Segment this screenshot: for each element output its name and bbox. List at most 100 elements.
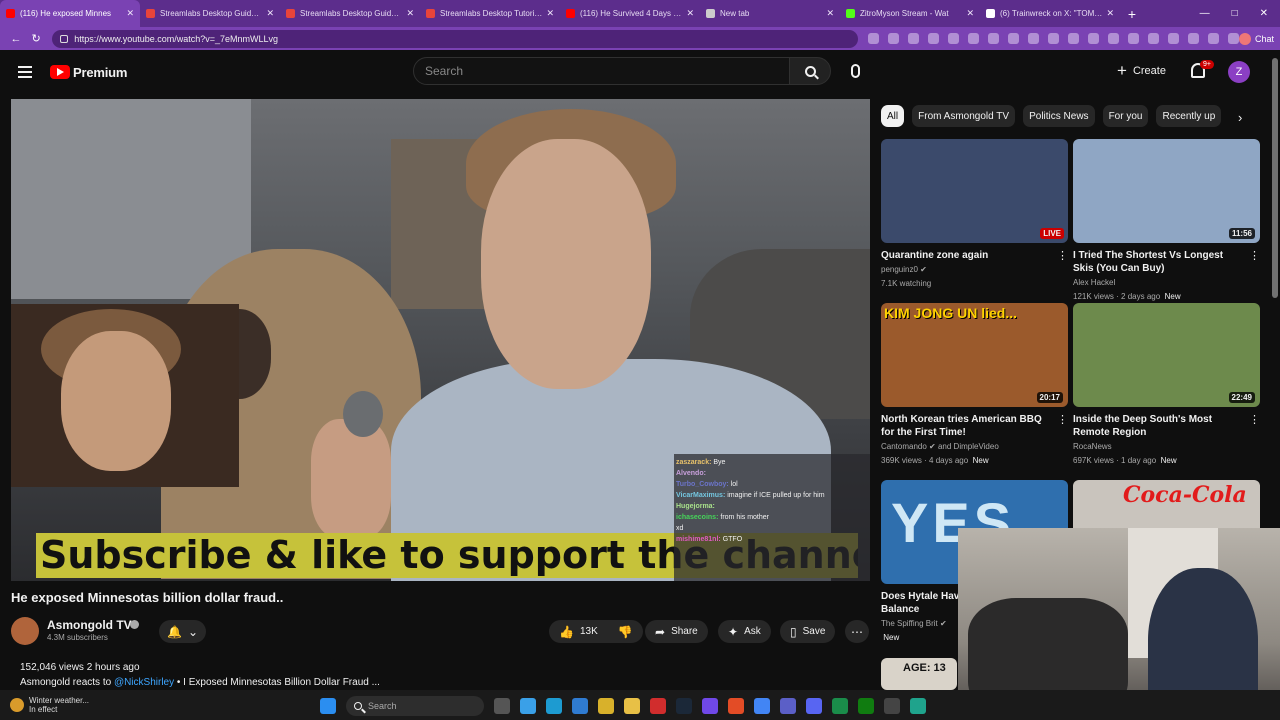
recommendation-channel[interactable]: Cantomando xyxy=(881,442,927,451)
extension-icon[interactable] xyxy=(1007,33,1019,44)
search-input[interactable]: Search xyxy=(413,57,790,85)
video-thumbnail[interactable]: 11:56 xyxy=(1073,139,1260,243)
chevron-right-icon[interactable]: › xyxy=(1238,110,1242,125)
recommendation-channel[interactable]: RocaNews xyxy=(1073,442,1112,451)
chrome-icon[interactable] xyxy=(754,698,770,714)
app-icon[interactable] xyxy=(728,698,744,714)
browser-tab[interactable]: (116) He exposed Minnes ✕ xyxy=(0,0,140,27)
like-button[interactable]: 👍 13K 👎 xyxy=(549,620,643,643)
recommendation-channel[interactable]: The Spiffing Brit xyxy=(881,619,938,628)
thumbs-down-icon[interactable]: 👎 xyxy=(618,626,633,638)
browser-tab[interactable]: Streamlabs Desktop Tutorial - ✕ xyxy=(420,0,560,27)
recommendation-title[interactable]: North Korean tries American BBQ for the … xyxy=(881,413,1068,439)
close-window-icon[interactable]: ✕ xyxy=(1260,8,1268,19)
close-tab-icon[interactable]: ✕ xyxy=(266,8,274,19)
close-tab-icon[interactable]: ✕ xyxy=(406,8,414,19)
create-button[interactable]: + Create xyxy=(1117,62,1166,79)
back-icon[interactable]: ← xyxy=(6,33,26,45)
close-tab-icon[interactable]: ✕ xyxy=(126,8,134,19)
avatar[interactable]: Z xyxy=(1228,61,1250,83)
extension-icon[interactable] xyxy=(967,33,979,44)
recommendation-card[interactable]: LIVE Quarantine zone again penguinz0 ✔ 7.1K… xyxy=(881,139,1068,290)
close-tab-icon[interactable]: ✕ xyxy=(546,8,554,19)
chat-button[interactable]: Chat xyxy=(1238,32,1274,45)
search-button[interactable] xyxy=(789,57,831,85)
filter-chip[interactable]: Recently up xyxy=(1156,105,1222,127)
recommendation-card[interactable]: KIM JONG UN lied... 20:17 North Korean tri… xyxy=(881,303,1068,467)
browser-tab[interactable]: ZitroMyson Stream - Wat ✕ xyxy=(840,0,980,27)
recommendation-title[interactable]: Inside the Deep South's Most Remote Regi… xyxy=(1073,413,1260,439)
app-icon[interactable] xyxy=(884,698,900,714)
extension-icon[interactable] xyxy=(1147,33,1159,44)
scrollbar[interactable] xyxy=(1272,58,1278,298)
extension-icon[interactable] xyxy=(1087,33,1099,44)
close-tab-icon[interactable]: ✕ xyxy=(966,8,974,19)
url-field[interactable]: https://www.youtube.com/watch?v=_7eMnmWL… xyxy=(52,29,858,48)
channel-avatar[interactable] xyxy=(11,617,39,645)
weather-widget[interactable]: Winter weather... In effect xyxy=(0,696,89,714)
filter-chip[interactable]: Politics News xyxy=(1023,105,1095,127)
save-button[interactable]: ▯ Save xyxy=(780,620,836,643)
minimize-icon[interactable]: — xyxy=(1200,8,1210,19)
browser-tab[interactable]: (116) He Survived 4 Days Expl ✕ xyxy=(560,0,700,27)
video-player[interactable]: Subscribe & like to support the channel … xyxy=(11,99,870,581)
ask-button[interactable]: ✦ Ask xyxy=(718,620,771,643)
extension-icon[interactable] xyxy=(1227,33,1239,44)
video-thumbnail[interactable]: 22:49 xyxy=(1073,303,1260,407)
copilot-icon[interactable] xyxy=(520,698,536,714)
microphone-icon[interactable] xyxy=(851,64,860,78)
more-options-icon[interactable]: ⋮ xyxy=(1057,249,1068,262)
close-tab-icon[interactable]: ✕ xyxy=(686,8,694,19)
youtube-logo[interactable]: Premium xyxy=(50,65,127,80)
maximize-icon[interactable]: □ xyxy=(1232,8,1238,19)
filter-chip[interactable]: All xyxy=(881,105,905,127)
opera-icon[interactable] xyxy=(650,698,666,714)
channel-name[interactable]: Asmongold TV xyxy=(47,618,132,632)
video-thumbnail[interactable]: LIVE xyxy=(881,139,1068,243)
video-thumbnail[interactable]: AGE: 13 xyxy=(881,658,957,690)
windows-start-icon[interactable] xyxy=(320,698,336,714)
edge-icon[interactable] xyxy=(546,698,562,714)
filter-chip[interactable]: For you xyxy=(1102,105,1149,127)
recommendation-thumb[interactable]: AGE: 13 xyxy=(881,658,957,690)
app-icon[interactable] xyxy=(572,698,588,714)
app-icon[interactable] xyxy=(598,698,614,714)
mention-link[interactable]: @NickShirley xyxy=(114,677,174,688)
extension-icon[interactable] xyxy=(1127,33,1139,44)
recommendation-channel[interactable]: Alex Hackel xyxy=(1073,278,1115,287)
recommendation-title[interactable]: I Tried The Shortest Vs Longest Skis (Yo… xyxy=(1073,249,1260,275)
menu-icon[interactable] xyxy=(18,66,32,78)
extension-icon[interactable] xyxy=(1187,33,1199,44)
browser-tab[interactable]: Streamlabs Desktop Guide to ✕ xyxy=(140,0,280,27)
discord-icon[interactable] xyxy=(806,698,822,714)
close-tab-icon[interactable]: ✕ xyxy=(826,8,834,19)
xbox-icon[interactable] xyxy=(858,698,874,714)
more-actions-button[interactable]: ⋯ xyxy=(845,620,869,643)
extension-icon[interactable] xyxy=(987,33,999,44)
app-icon[interactable] xyxy=(832,698,848,714)
extension-icon[interactable] xyxy=(1067,33,1079,44)
extension-icon[interactable] xyxy=(867,33,879,44)
recommendation-card[interactable]: 11:56 I Tried The Shortest Vs Longest Ski… xyxy=(1073,139,1260,303)
close-tab-icon[interactable]: ✕ xyxy=(1106,8,1114,19)
new-tab-button[interactable]: + xyxy=(1120,6,1144,22)
extension-icon[interactable] xyxy=(1207,33,1219,44)
more-options-icon[interactable]: ⋮ xyxy=(1249,413,1260,426)
task-view-icon[interactable] xyxy=(494,698,510,714)
filter-chip[interactable]: From Asmongold TV xyxy=(912,105,1016,127)
more-options-icon[interactable]: ⋮ xyxy=(1249,249,1260,262)
recommendation-channel[interactable]: penguinz0 xyxy=(881,265,918,274)
description-preview[interactable]: Asmongold reacts to @NickShirley • I Exp… xyxy=(20,677,380,688)
browser-tab[interactable]: Streamlabs Desktop Guide to ✕ xyxy=(280,0,420,27)
file-explorer-icon[interactable] xyxy=(624,698,640,714)
steam-icon[interactable] xyxy=(676,698,692,714)
share-button[interactable]: ➦ Share xyxy=(645,620,708,643)
extension-icon[interactable] xyxy=(1027,33,1039,44)
browser-tab[interactable]: (6) Trainwreck on X: "TOMORI ✕ xyxy=(980,0,1120,27)
browser-tab[interactable]: New tab ✕ xyxy=(700,0,840,27)
teams-icon[interactable] xyxy=(780,698,796,714)
recommendation-card[interactable]: 22:49 Inside the Deep South's Most Remote… xyxy=(1073,303,1260,467)
site-info-icon[interactable] xyxy=(60,34,69,43)
extension-icon[interactable] xyxy=(947,33,959,44)
extension-icon[interactable] xyxy=(1047,33,1059,44)
